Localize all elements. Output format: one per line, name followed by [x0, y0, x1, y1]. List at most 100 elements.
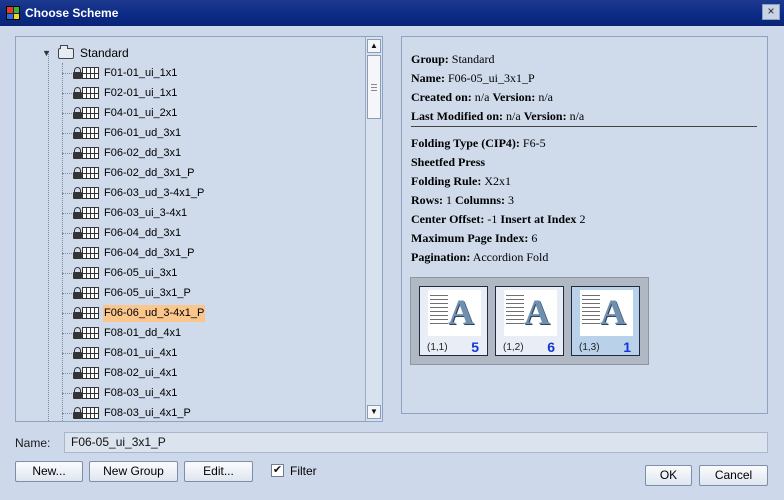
preview-page: A (1,1) 5 — [419, 286, 488, 356]
tree-item-label: F06-03_ui_3-4x1 — [104, 207, 188, 219]
lock-icon — [73, 407, 82, 419]
scheme-grid-icon — [82, 207, 99, 219]
page-thumbnail: A — [504, 290, 557, 336]
info-center-offset: Center Offset: -1 Insert at Index 2 — [411, 212, 586, 226]
close-button[interactable]: × — [762, 4, 780, 20]
tree-scrollbar[interactable]: ▲ ▼ — [365, 37, 382, 421]
lock-icon — [73, 287, 82, 299]
new-button[interactable]: New... — [15, 461, 83, 482]
tree-item-list: F01-01_ui_1x1 F02-01_ui_1x1 F04-01_ui_2x1 F… — [16, 63, 363, 421]
preview-page: A (1,3) 1 — [571, 286, 640, 356]
tree-item[interactable]: F06-03_ud_3-4x1_P — [16, 183, 363, 203]
tree-item[interactable]: F06-05_ui_3x1_P — [16, 283, 363, 303]
scroll-thumb[interactable] — [367, 55, 381, 119]
tree-item-label: F08-01_dd_4x1 — [104, 327, 182, 339]
scroll-down-button[interactable]: ▼ — [367, 405, 381, 419]
ok-button[interactable]: OK — [645, 465, 692, 486]
tree-item-label: F06-06_ud_3-4x1_P — [103, 305, 206, 322]
expand-arrow-icon[interactable]: ▼ — [42, 48, 52, 58]
tree-item-label: F08-02_ui_4x1 — [104, 367, 178, 379]
tree-item-label: F01-01_ui_1x1 — [104, 67, 178, 79]
tree-item[interactable]: F06-01_ud_3x1 — [16, 123, 363, 143]
lock-icon — [73, 267, 82, 279]
tree-root-label: Standard — [80, 46, 129, 60]
info-press: Sheetfed Press — [411, 155, 486, 169]
tree-item-label: F04-01_ui_2x1 — [104, 107, 178, 119]
page-thumbnail: A — [428, 290, 481, 336]
lock-icon — [73, 247, 82, 259]
tree-item[interactable]: F06-02_dd_3x1 — [16, 143, 363, 163]
name-label: Name: — [15, 436, 51, 450]
tree-item-label: F06-05_ui_3x1 — [104, 267, 178, 279]
page-coordinate: (1,3) — [579, 342, 600, 353]
tree-item[interactable]: F06-05_ui_3x1 — [16, 263, 363, 283]
window-title: Choose Scheme — [25, 6, 119, 20]
scheme-grid-icon — [82, 147, 99, 159]
tree-item[interactable]: F08-03_ui_4x1 — [16, 383, 363, 403]
tree-item[interactable]: F08-01_ui_4x1 — [16, 343, 363, 363]
edit-button[interactable]: Edit... — [184, 461, 253, 482]
tree-item[interactable]: F08-01_dd_4x1 — [16, 323, 363, 343]
page-number: 5 — [471, 339, 479, 355]
info-divider — [411, 126, 757, 127]
filter-checkbox[interactable]: ✔ — [271, 464, 284, 477]
scheme-tree-panel: ▼ Standard F01-01_ui_1x1 F02-01_ui_1x1 F04… — [15, 36, 383, 422]
tree-item[interactable]: F02-01_ui_1x1 — [16, 83, 363, 103]
scheme-tree: ▼ Standard F01-01_ui_1x1 F02-01_ui_1x1 F04… — [16, 37, 363, 421]
scheme-grid-icon — [82, 287, 99, 299]
tree-item[interactable]: F06-04_dd_3x1 — [16, 223, 363, 243]
filter-label: Filter — [290, 464, 317, 478]
tree-item-label: F02-01_ui_1x1 — [104, 87, 178, 99]
tree-item[interactable]: F06-04_dd_3x1_P — [16, 243, 363, 263]
scheme-grid-icon — [82, 387, 99, 399]
tree-item-label: F06-04_dd_3x1_P — [104, 247, 195, 259]
grip-icon — [371, 84, 377, 91]
info-created: Created on: n/a Version: n/a — [411, 90, 554, 104]
lock-icon — [73, 147, 82, 159]
folder-icon — [58, 44, 74, 59]
tree-item[interactable]: F08-02_ui_4x1 — [16, 363, 363, 383]
scheme-grid-icon — [82, 247, 99, 259]
tree-item[interactable]: F01-01_ui_1x1 — [16, 63, 363, 83]
tree-item[interactable]: F06-03_ui_3-4x1 — [16, 203, 363, 223]
lock-icon — [73, 127, 82, 139]
tree-item[interactable]: F06-02_dd_3x1_P — [16, 163, 363, 183]
info-max-page: Maximum Page Index: 6 — [411, 231, 538, 245]
tree-item[interactable]: F08-03_ui_4x1_P — [16, 403, 363, 421]
lock-icon — [73, 227, 82, 239]
lock-icon — [73, 167, 82, 179]
tree-item-label: F06-02_dd_3x1_P — [104, 167, 195, 179]
scheme-grid-icon — [82, 367, 99, 379]
info-rows-columns: Rows: 1 Columns: 3 — [411, 193, 515, 207]
lock-icon — [73, 87, 82, 99]
tree-item-label: F06-01_ud_3x1 — [104, 127, 182, 139]
info-name: Name: F06-05_ui_3x1_P — [411, 71, 535, 85]
tree-root-standard[interactable]: ▼ Standard — [42, 44, 129, 62]
scheme-grid-icon — [82, 327, 99, 339]
info-pagination: Pagination: Accordion Fold — [411, 250, 549, 264]
scheme-grid-icon — [82, 407, 99, 419]
lock-icon — [73, 107, 82, 119]
tree-item-label: F06-02_dd_3x1 — [104, 147, 182, 159]
lock-icon — [73, 347, 82, 359]
lock-icon — [73, 327, 82, 339]
new-group-button[interactable]: New Group — [89, 461, 178, 482]
cancel-button[interactable]: Cancel — [699, 465, 768, 486]
page-number: 6 — [547, 339, 555, 355]
scheme-grid-icon — [82, 227, 99, 239]
scheme-grid-icon — [82, 347, 99, 359]
info-folding-type: Folding Type (CIP4): F6-5 — [411, 136, 546, 150]
scheme-grid-icon — [82, 67, 99, 79]
tree-item-label: F06-03_ud_3-4x1_P — [104, 187, 205, 199]
tree-item[interactable]: F06-06_ud_3-4x1_P — [16, 303, 363, 323]
title-bar: Choose Scheme × — [0, 0, 784, 26]
tree-item[interactable]: F04-01_ui_2x1 — [16, 103, 363, 123]
scheme-grid-icon — [82, 267, 99, 279]
tree-item-label: F06-05_ui_3x1_P — [104, 287, 191, 299]
scheme-grid-icon — [82, 187, 99, 199]
scheme-info-panel: Group: Standard Name: F06-05_ui_3x1_P Cr… — [401, 36, 768, 414]
scheme-grid-icon — [82, 107, 99, 119]
name-field[interactable]: F06-05_ui_3x1_P — [64, 432, 768, 453]
scheme-grid-icon — [82, 127, 99, 139]
scroll-up-button[interactable]: ▲ — [367, 39, 381, 53]
